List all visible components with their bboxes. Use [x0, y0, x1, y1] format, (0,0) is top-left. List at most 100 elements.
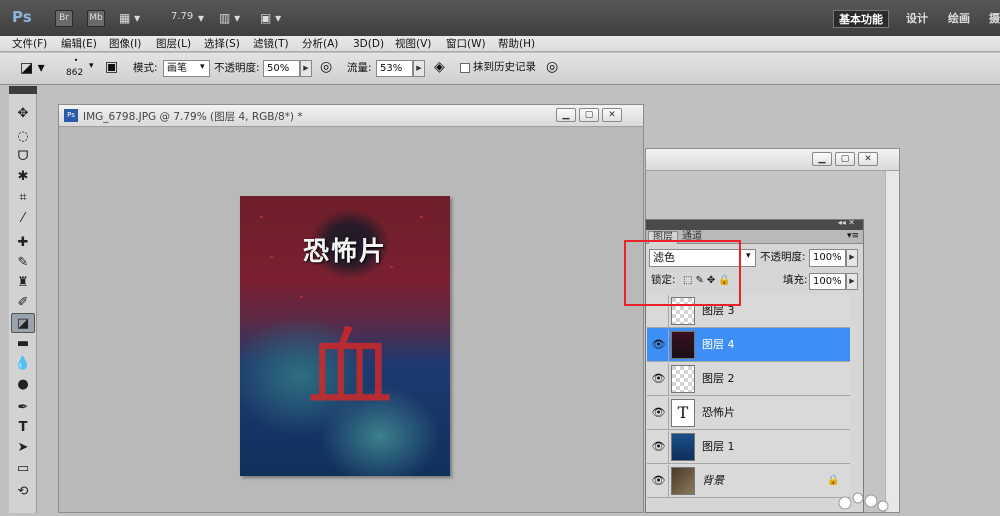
- image-canvas[interactable]: 恐怖片 血: [240, 196, 450, 476]
- menu-filter[interactable]: 滤镜(T): [253, 37, 289, 51]
- menu-window[interactable]: 窗口(W): [446, 37, 486, 51]
- mode-dropdown-icon[interactable]: ▾: [200, 62, 205, 72]
- layer-opacity-input[interactable]: 100%: [809, 249, 846, 267]
- erase-to-history-label: 抹到历史记录: [473, 61, 536, 73]
- second-maximize-button[interactable]: ▢: [835, 152, 855, 166]
- maximize-button[interactable]: ▢: [579, 108, 599, 122]
- menu-edit[interactable]: 编辑(E): [61, 37, 97, 51]
- options-bar: ◪ ▾ • 862 ▾ ▣ 模式: 画笔 ▾ 不透明度: 50% ▶ ◎ 流量:…: [0, 53, 1000, 85]
- path-selection-tool-icon[interactable]: ➤: [11, 438, 35, 458]
- lasso-tool-icon[interactable]: ᗜ: [11, 147, 35, 167]
- eyedropper-tool-icon[interactable]: ⁄: [11, 209, 35, 229]
- 3d-rotate-tool-icon[interactable]: ⟲: [11, 482, 35, 502]
- second-minimize-button[interactable]: ▁: [812, 152, 832, 166]
- layer-row[interactable]: 👁 T 恐怖片: [647, 396, 850, 430]
- airbrush-pressure-icon[interactable]: ◎: [320, 59, 332, 75]
- layer-row[interactable]: 👁 背景 🔒: [647, 464, 850, 498]
- marquee-tool-icon[interactable]: ◌: [11, 127, 35, 147]
- flow-slider-button[interactable]: ▶: [413, 60, 425, 77]
- workspace-painting[interactable]: 绘画: [943, 10, 975, 28]
- close-button[interactable]: ✕: [602, 108, 622, 122]
- minimize-button[interactable]: ▁: [556, 108, 576, 122]
- zoom-level[interactable]: 7.79: [171, 11, 193, 22]
- history-brush-tool-icon[interactable]: ✐: [11, 293, 35, 313]
- workspace-design[interactable]: 设计: [901, 10, 933, 28]
- erase-to-history-checkbox[interactable]: [460, 63, 470, 73]
- view-extras-icon[interactable]: ▦ ▾: [119, 10, 140, 27]
- brush-size[interactable]: 862: [66, 68, 83, 78]
- menu-select[interactable]: 选择(S): [204, 37, 240, 51]
- menu-3d[interactable]: 3D(D): [353, 37, 384, 51]
- watermark-pawprint: [835, 488, 895, 513]
- document-titlebar[interactable]: Ps IMG_6798.JPG @ 7.79% (图层 4, RGB/8*) *…: [59, 105, 643, 127]
- menu-bar: 文件(F) 编辑(E) 图像(I) 图层(L) 选择(S) 滤镜(T) 分析(A…: [0, 36, 1000, 52]
- canvas-blood-glyph: 血: [307, 319, 393, 419]
- photoshop-logo: Ps: [12, 8, 32, 26]
- document-ps-icon: Ps: [64, 109, 78, 122]
- eye-icon[interactable]: 👁: [649, 465, 669, 497]
- application-bar: Ps Br Mb ▦ ▾ 7.79 ▾ ▥ ▾ ▣ ▾ 基本功能 设计 绘画 摄: [0, 0, 1000, 36]
- menu-layer[interactable]: 图层(L): [156, 37, 191, 51]
- mode-label: 模式:: [133, 62, 158, 74]
- move-tool-icon[interactable]: ✥: [11, 104, 35, 124]
- fill-label: 填充:: [783, 274, 808, 286]
- eye-icon[interactable]: 👁: [649, 363, 669, 395]
- healing-brush-tool-icon[interactable]: ✚: [11, 233, 35, 253]
- flow-input[interactable]: 53%: [376, 60, 413, 77]
- screen-mode-icon[interactable]: ▣ ▾: [260, 10, 281, 27]
- layer-row[interactable]: 👁 图层 2: [647, 362, 850, 396]
- dodge-tool-icon[interactable]: ●: [11, 375, 35, 395]
- blur-tool-icon[interactable]: 💧: [11, 354, 35, 374]
- menu-help[interactable]: 帮助(H): [498, 37, 535, 51]
- opacity-slider-button[interactable]: ▶: [300, 60, 312, 77]
- opacity-label: 不透明度:: [214, 62, 260, 74]
- type-tool-icon[interactable]: T: [11, 418, 35, 438]
- layer-thumbnail: [671, 331, 695, 359]
- arrange-documents-icon[interactable]: ▥ ▾: [219, 10, 240, 27]
- menu-analysis[interactable]: 分析(A): [302, 37, 338, 51]
- menu-file[interactable]: 文件(F): [12, 37, 47, 51]
- zoom-dropdown-icon[interactable]: ▾: [198, 10, 204, 27]
- eraser-tool-icon[interactable]: ◪: [11, 313, 35, 333]
- collapse-icon[interactable]: ◂◂ ✕: [838, 218, 855, 227]
- eraser-tool-preset-icon[interactable]: ◪ ▾: [20, 60, 45, 76]
- pen-tool-icon[interactable]: ✒: [11, 398, 35, 418]
- panel-menu-icon[interactable]: ▾≡: [847, 231, 859, 241]
- layers-panel-header[interactable]: ◂◂ ✕: [646, 218, 863, 230]
- crop-tool-icon[interactable]: ⌗: [11, 188, 35, 208]
- fill-input[interactable]: 100%: [809, 273, 846, 290]
- eye-icon[interactable]: 👁: [649, 431, 669, 463]
- second-document-scrollbar[interactable]: [885, 171, 899, 512]
- fill-slider-button[interactable]: ▶: [846, 273, 858, 290]
- layer-row-selected[interactable]: 👁 图层 4: [647, 328, 850, 362]
- quick-selection-tool-icon[interactable]: ✱: [11, 167, 35, 187]
- eye-icon[interactable]: 👁: [649, 397, 669, 429]
- shape-tool-icon[interactable]: ▭: [11, 459, 35, 479]
- brush-panel-toggle-icon[interactable]: ▣: [105, 59, 118, 75]
- mini-bridge-button[interactable]: Mb: [87, 10, 105, 27]
- blend-mode-dropdown-icon[interactable]: ▾: [746, 251, 751, 261]
- second-document-titlebar[interactable]: ▁ ▢ ✕: [646, 149, 899, 171]
- layer-name: 图层 4: [702, 338, 735, 351]
- airbrush-icon[interactable]: ◈: [434, 59, 445, 75]
- gradient-tool-icon[interactable]: ▬: [11, 334, 35, 354]
- second-close-button[interactable]: ✕: [858, 152, 878, 166]
- tools-panel-header[interactable]: [9, 86, 37, 94]
- layer-thumbnail: [671, 467, 695, 495]
- workspace-photography[interactable]: 摄: [984, 10, 1000, 28]
- document-title: IMG_6798.JPG @ 7.79% (图层 4, RGB/8*) *: [83, 111, 303, 123]
- brush-dot-icon[interactable]: •: [70, 56, 82, 65]
- layer-name: 背景: [702, 474, 724, 487]
- bridge-button[interactable]: Br: [55, 10, 73, 27]
- eye-icon[interactable]: 👁: [649, 329, 669, 361]
- layer-row[interactable]: 👁 图层 1: [647, 430, 850, 464]
- workspace-essentials[interactable]: 基本功能: [833, 10, 889, 28]
- brush-picker-dropdown-icon[interactable]: ▾: [89, 61, 94, 71]
- clone-stamp-tool-icon[interactable]: ♜: [11, 273, 35, 293]
- menu-image[interactable]: 图像(I): [109, 37, 141, 51]
- tablet-pressure-icon[interactable]: ◎: [546, 59, 558, 75]
- opacity-input[interactable]: 50%: [263, 60, 300, 77]
- layer-opacity-slider-button[interactable]: ▶: [846, 249, 858, 267]
- menu-view[interactable]: 视图(V): [395, 37, 431, 51]
- brush-tool-icon[interactable]: ✎: [11, 253, 35, 273]
